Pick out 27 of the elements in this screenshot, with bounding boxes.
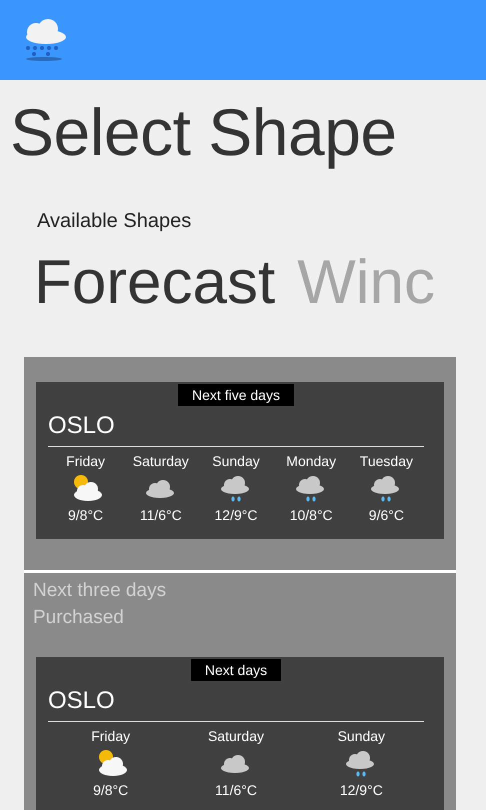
temperature: 12/9°C: [214, 507, 258, 523]
temperature: 10/8°C: [290, 507, 333, 523]
day-name: Tuesday: [360, 453, 413, 469]
day-name: Sunday: [338, 728, 386, 744]
temperature: 9/8°C: [93, 782, 128, 798]
temperature: 9/8°C: [68, 507, 104, 523]
city-name: OSLO: [48, 406, 424, 447]
page-title: Select Shape: [10, 94, 398, 171]
day-name: Sunday: [212, 453, 260, 469]
shape-name: Next three days: [33, 579, 168, 603]
city-name: OSLO: [48, 681, 424, 722]
temperature: 9/6°C: [368, 507, 404, 523]
day-name: Friday: [91, 728, 130, 744]
forecast-card[interactable]: Next days OSLO Friday 9/8°C Saturday 11/6°C Sunday 12/9°C: [36, 657, 444, 810]
day-name: Saturday: [208, 728, 264, 744]
forecast-card[interactable]: Next five days OSLO Friday 9/8°C Saturday 11/6°C Sunday 12/9°C Monday 10/8°C Tuesday 9/6°C: [36, 382, 444, 539]
section-heading: Available Shapes: [37, 210, 192, 233]
card-label: Next days: [190, 659, 282, 681]
day-name: Friday: [66, 453, 106, 469]
temperature: 11/6°C: [140, 507, 182, 523]
card-label: Next five days: [178, 384, 294, 406]
temperature: 11/6°C: [215, 782, 257, 798]
purchase-status: Purchased: [33, 606, 125, 630]
temperature: 12/9°C: [340, 782, 383, 798]
day-name: Monday: [286, 453, 336, 469]
day-name: Saturday: [132, 453, 189, 469]
pivot-tab[interactable]: Forecast: [34, 247, 276, 319]
